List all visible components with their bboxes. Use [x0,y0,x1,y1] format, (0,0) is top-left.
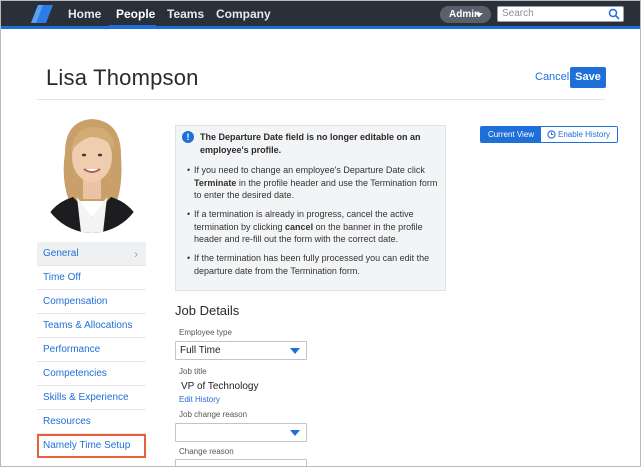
notice-text: If you need to change an employee's Depa… [194,165,425,175]
sidebar-item-skills-experience[interactable]: Skills & Experience [37,386,146,410]
sidebar-item-label: Namely Time Setup [43,440,131,451]
nav-people[interactable]: People [116,7,155,21]
edit-history-link[interactable]: Edit History [179,395,220,404]
caret-down-icon [290,348,300,354]
sidebar-item-time-off[interactable]: Time Off [37,266,146,290]
employee-type-select[interactable]: Full Time [175,341,307,360]
notice-title: The Departure Date field is no longer ed… [200,132,421,155]
top-nav: Home People Teams Company Admin Search [1,1,640,29]
employee-type-label: Employee type [179,328,232,337]
sidebar-item-namely-time-setup[interactable]: Namely Time Setup [37,434,146,458]
caret-down-icon [475,13,483,17]
sidebar-item-resources[interactable]: Resources [37,410,146,434]
sidebar-item-compensation[interactable]: Compensation [37,290,146,314]
job-change-reason-select[interactable] [175,423,307,442]
sidebar-item-label: Skills & Experience [43,392,129,403]
sidebar-item-teams-allocations[interactable]: Teams & Allocations [37,314,146,338]
notice-bold-text: Terminate [194,177,237,188]
sidebar-item-label: Compensation [43,296,108,307]
sidebar-item-label: Time Off [43,272,81,283]
job-title-label: Job title [179,367,207,376]
chevron-right-icon: › [134,247,138,261]
info-icon: ! [182,131,194,143]
nav-company[interactable]: Company [216,7,271,21]
header-divider [37,99,605,100]
app-window: Home People Teams Company Admin Search L… [0,0,641,467]
departure-date-notice: ! The Departure Date field is no longer … [175,125,446,291]
page-title: Lisa Thompson [46,65,199,90]
admin-dropdown[interactable]: Admin [440,6,491,23]
save-button[interactable]: Save [570,67,606,88]
nav-teams[interactable]: Teams [167,7,204,21]
job-title-value: VP of Technology [181,381,259,392]
change-reason-label: Change reason [179,447,234,456]
search-icon[interactable] [608,8,620,20]
enable-history-label: Enable History [558,130,611,139]
sidebar-item-label: Resources [43,416,91,427]
notice-bullet: If the termination has been fully proces… [186,252,442,277]
namely-logo-icon[interactable] [31,5,53,23]
enable-history-button[interactable]: Enable History [541,127,617,142]
view-toggle: Current View Enable History [480,126,618,143]
sidebar-item-label: Teams & Allocations [43,320,133,331]
sidebar-item-general[interactable]: General › [37,242,146,266]
current-view-button[interactable]: Current View [481,127,541,142]
profile-photo [37,113,147,233]
sidebar-item-competencies[interactable]: Competencies [37,362,146,386]
nav-home[interactable]: Home [68,7,101,21]
cancel-button[interactable]: Cancel [535,71,569,83]
sidebar-item-label: Competencies [43,368,107,379]
notice-bullet: If a termination is already in progress,… [186,208,442,246]
search-placeholder: Search [502,8,534,19]
sidebar-item-performance[interactable]: Performance [37,338,146,362]
notice-bullet: If you need to change an employee's Depa… [186,164,442,202]
change-reason-select[interactable] [175,459,307,466]
caret-down-icon [290,430,300,436]
profile-sidebar: General › Time Off Compensation Teams & … [37,242,146,458]
job-change-reason-label: Job change reason [179,410,248,419]
notice-bold-text: cancel [285,221,314,232]
clock-icon [547,130,556,139]
sidebar-item-label: General [43,248,79,259]
search-input[interactable]: Search [497,6,624,22]
sidebar-item-label: Performance [43,344,101,355]
job-details-heading: Job Details [175,303,240,318]
active-nav-indicator [109,25,156,27]
employee-type-value: Full Time [180,345,221,356]
